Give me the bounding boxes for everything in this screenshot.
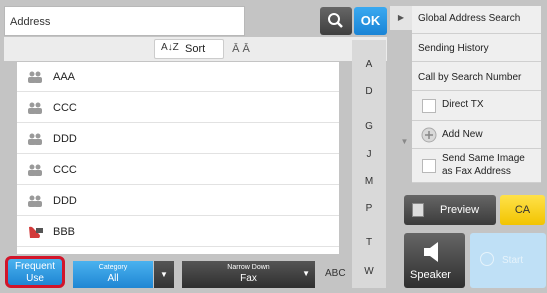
address-book-screen: Address OK A↓Z Sort Ā Ā AAA CCC DDD CCC … [0, 0, 547, 293]
index-letter[interactable]: A [352, 59, 386, 70]
sending-history-label: Sending History [418, 43, 489, 54]
index-letter[interactable]: J [352, 149, 386, 160]
index-letter[interactable]: D [352, 86, 386, 97]
sort-label: Sort [185, 43, 206, 55]
start-icon [480, 252, 494, 266]
send-same-image-line1: Send Same Image [442, 153, 525, 164]
narrow-down-caption: Narrow Down [227, 264, 270, 271]
add-new-item[interactable]: Add New [412, 121, 541, 149]
group-icon [28, 71, 42, 83]
category-value: All [107, 273, 119, 284]
abc-toggle[interactable]: ABC [325, 268, 346, 279]
group-icon [28, 133, 42, 145]
narrow-down-select[interactable]: Narrow Down Fax ▼ [182, 261, 315, 288]
send-same-image-item[interactable]: Send Same Image as Fax Address [412, 149, 541, 183]
chevron-down-icon: ▼ [160, 270, 168, 279]
entry-name: AAA [53, 71, 76, 83]
entry-name: CCC [53, 164, 77, 176]
play-icon: ▶ [397, 13, 405, 22]
preview-label: Preview [440, 204, 480, 216]
sort-bar: A↓Z Sort Ā Ā [4, 37, 387, 61]
call-by-search-number-item[interactable]: Call by Search Number [412, 62, 541, 91]
speaker-icon [424, 242, 438, 262]
sort-button[interactable]: A↓Z Sort [154, 39, 224, 59]
call-by-search-number-label: Call by Search Number [418, 72, 522, 83]
direct-tx-checkbox[interactable] [422, 99, 436, 113]
group-icon [28, 164, 42, 176]
address-list: AAA CCC DDD CCC DDD BBB [17, 62, 339, 254]
chevron-down-icon: ▼ [302, 269, 310, 278]
category-caption: Category [98, 264, 128, 271]
address-input[interactable] [52, 8, 242, 34]
index-letter[interactable]: P [352, 203, 386, 214]
frequent-use-button[interactable]: Frequent Use [5, 256, 65, 288]
entry-name: BBB [53, 226, 76, 238]
speaker-button[interactable]: Speaker [404, 233, 465, 288]
sending-history-item[interactable]: Sending History [412, 34, 541, 62]
chevron-down-icon[interactable]: ▼ [397, 130, 412, 154]
group-icon [28, 102, 42, 114]
global-address-search-label: Global Address Search [418, 13, 521, 24]
index-letter[interactable]: W [352, 266, 386, 277]
preview-button[interactable]: Preview [404, 195, 496, 225]
group-icon [28, 195, 42, 207]
fax-icon [29, 226, 43, 238]
sort-az-icon: A↓Z [161, 42, 179, 53]
index-letter[interactable]: G [352, 121, 386, 132]
direct-tx-item[interactable]: Direct TX [412, 91, 541, 121]
category-select[interactable]: Category All [73, 261, 153, 288]
list-item[interactable]: AAA [17, 62, 339, 92]
list-item[interactable]: CCC [17, 93, 339, 123]
ca-button[interactable]: CA [500, 195, 545, 225]
panel-toggle-button[interactable]: ▶ [390, 6, 412, 30]
search-icon [328, 13, 343, 28]
frequent-use-line1: Frequent [14, 261, 56, 272]
direct-tx-label: Direct TX [442, 99, 484, 110]
frequent-use-line2: Use [26, 273, 44, 284]
preview-icon [412, 203, 424, 217]
address-label: Address [10, 16, 51, 28]
index-strip: A D G J M P T W [352, 40, 386, 288]
entry-name: DDD [53, 195, 77, 207]
list-item[interactable]: DDD [17, 186, 339, 216]
speaker-label: Speaker [410, 269, 451, 281]
start-button[interactable]: Start [470, 233, 546, 288]
add-icon [421, 127, 437, 143]
send-same-image-line2: as Fax Address [442, 166, 511, 177]
start-label: Start [502, 255, 524, 266]
search-button[interactable] [320, 7, 352, 35]
list-item[interactable]: BBB [17, 217, 339, 247]
category-dropdown-button[interactable]: ▼ [154, 261, 174, 288]
address-bar: Address [4, 6, 245, 36]
entry-name: DDD [53, 133, 77, 145]
list-item[interactable]: DDD [17, 124, 339, 154]
global-address-search-item[interactable]: Global Address Search [412, 6, 541, 34]
sort-order-button[interactable]: Ā Ā [226, 39, 256, 59]
send-same-image-checkbox[interactable] [422, 159, 436, 173]
ok-button[interactable]: OK [354, 7, 387, 35]
index-letter[interactable]: T [352, 237, 386, 248]
entry-name: CCC [53, 102, 77, 114]
list-item[interactable]: CCC [17, 155, 339, 185]
narrow-down-value: Fax [240, 273, 257, 284]
index-letter[interactable]: M [352, 176, 386, 187]
add-new-label: Add New [442, 129, 483, 140]
